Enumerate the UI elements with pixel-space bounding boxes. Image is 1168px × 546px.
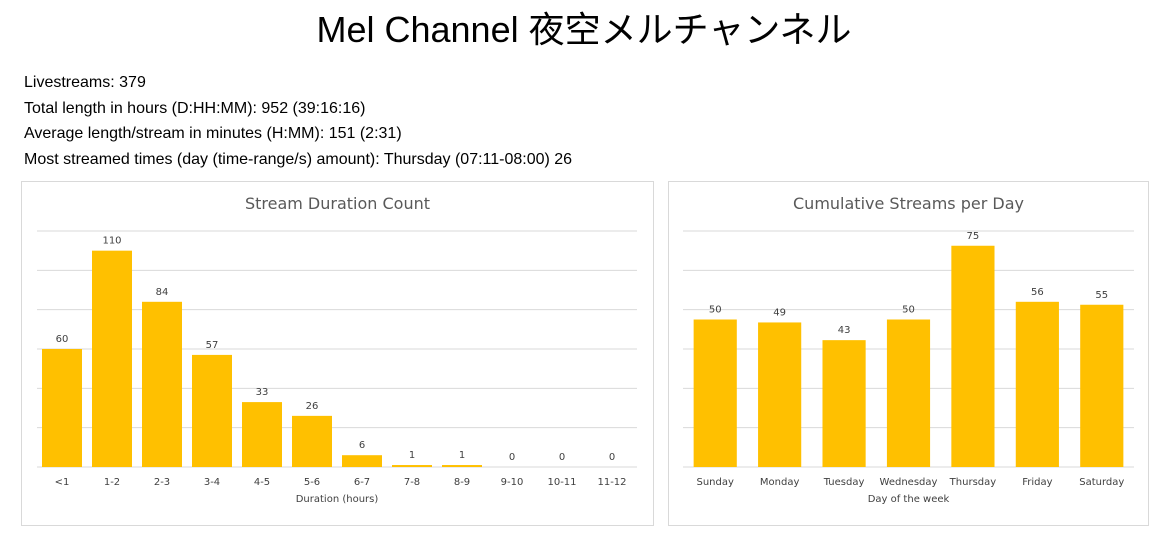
bar [392, 465, 432, 467]
data-label: 43 [838, 325, 851, 336]
tick-label: Saturday [1079, 477, 1124, 488]
data-label: 55 [1095, 290, 1108, 301]
tick-label: 11-12 [597, 477, 626, 488]
data-label: 57 [206, 340, 219, 351]
stat-most-streamed: Most streamed times (day (time-range/s) … [24, 150, 573, 168]
stat-total-length: Total length in hours (D:HH:MM): 952 (39… [24, 99, 366, 117]
bar [92, 250, 132, 467]
x-axis-label: Duration (hours) [296, 494, 379, 505]
bar [822, 340, 866, 467]
tick-label: 3-4 [204, 477, 220, 488]
tick-label: 9-10 [501, 477, 524, 488]
data-label: 84 [156, 287, 169, 298]
stat-livestreams: Livestreams: 379 [24, 74, 146, 91]
tick-label: 8-9 [454, 477, 470, 488]
data-label: 50 [709, 305, 722, 316]
days-chart: 50 Sunday 49 Monday 43 Tuesday 50 Wednesday 75 Th… [683, 230, 1134, 505]
data-label: 56 [1031, 287, 1044, 298]
data-label: 50 [902, 305, 915, 316]
stat-average-length: Average length/stream in minutes (H:MM):… [24, 125, 402, 142]
data-label: 60 [56, 334, 69, 345]
data-label: 0 [609, 452, 615, 463]
bar [693, 319, 737, 467]
page-title: Mel Channel 夜空メルチャンネル [316, 9, 852, 50]
data-label: 1 [459, 450, 465, 461]
bar [342, 455, 382, 467]
bar [1080, 304, 1124, 467]
tick-label: Sunday [697, 477, 734, 488]
tick-label: 2-3 [154, 477, 170, 488]
x-axis-label: Day of the week [868, 494, 950, 505]
tick-label: 4-5 [254, 477, 270, 488]
data-label: 49 [773, 307, 786, 318]
tick-label: Friday [1022, 477, 1052, 488]
data-label: 1 [409, 450, 415, 461]
bar [42, 349, 82, 467]
bar [758, 322, 802, 467]
tick-label: Monday [760, 477, 800, 488]
data-label: 0 [509, 452, 515, 463]
tick-label: 10-11 [547, 477, 576, 488]
tick-label: <1 [55, 477, 70, 488]
bar [886, 319, 931, 467]
tick-label: 5-6 [304, 477, 320, 488]
tick-label: Thursday [949, 477, 997, 488]
data-label: 26 [306, 401, 319, 412]
data-label: 0 [559, 452, 565, 463]
data-label: 6 [359, 440, 365, 451]
bar [442, 465, 482, 467]
tick-label: 1-2 [104, 477, 120, 488]
bar [1015, 301, 1059, 467]
duration-chart: 60 <1 110 1-2 84 2-3 57 3-4 33 4-5 26 5-6 6 6-7 1 7-8 1 8… [37, 230, 637, 505]
days-chart-panel: Cumulative Streams per Day 50 Sunday 49 Mon… [668, 181, 1149, 526]
tick-label: Tuesday [823, 477, 865, 488]
bar [242, 402, 282, 467]
bar [292, 415, 332, 467]
data-label: 33 [256, 387, 269, 398]
bar [142, 301, 182, 467]
tick-label: Wednesday [880, 477, 938, 488]
bar [951, 245, 995, 467]
data-label: 110 [102, 236, 121, 247]
stats-block: Livestreams: 379 Total length in hours (… [24, 73, 572, 175]
bar [192, 354, 232, 467]
duration-chart-panel: Stream Duration Count 60 <1 110 1-2 84 2-3 57 3… [21, 181, 654, 526]
tick-label: 7-8 [404, 477, 420, 488]
data-label: 75 [967, 231, 980, 242]
tick-label: 6-7 [354, 477, 370, 488]
